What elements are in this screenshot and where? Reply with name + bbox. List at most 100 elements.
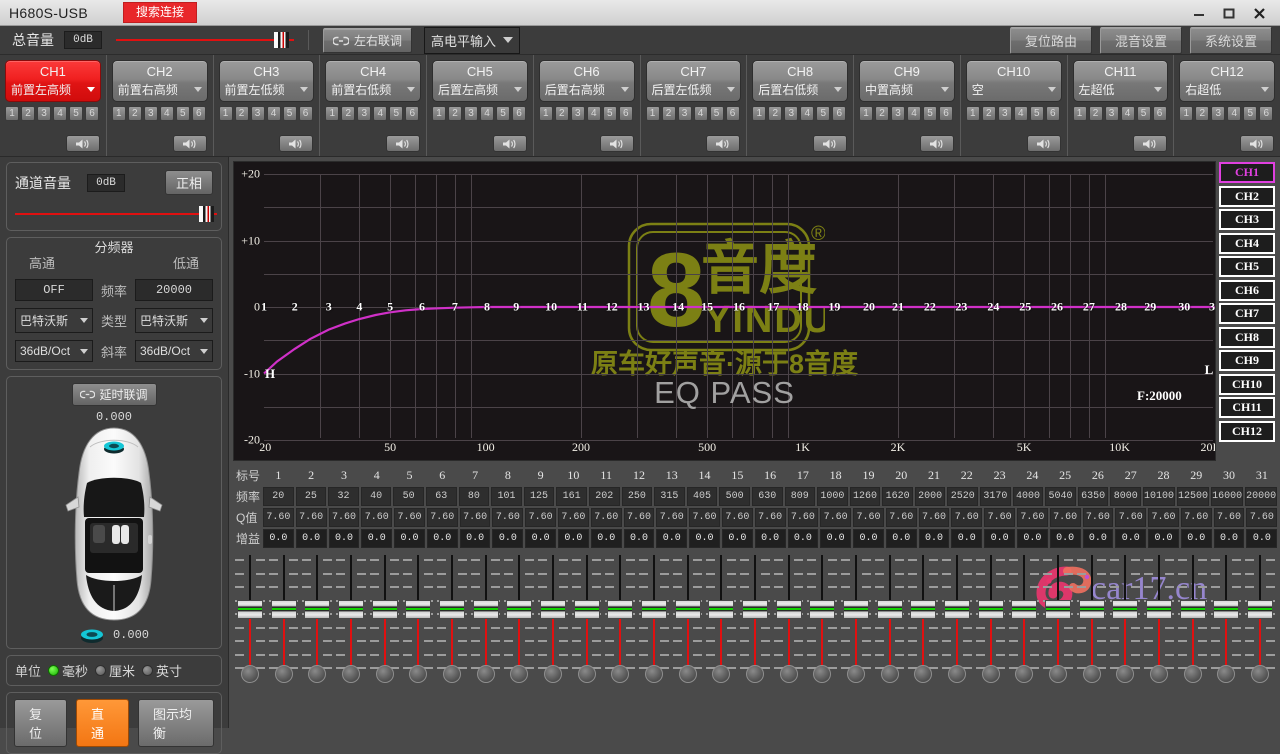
eq-fader-19[interactable]: [839, 553, 873, 687]
eq-fader-27[interactable]: [1108, 553, 1142, 687]
graph-channel-chip-ch3[interactable]: CH3: [1219, 209, 1275, 230]
channel-preset-1[interactable]: 1: [5, 106, 19, 121]
channel-ch8[interactable]: CH8 后置右低频 123456: [747, 55, 854, 156]
highpass-freq-field[interactable]: OFF: [15, 279, 93, 301]
eq-fader-15[interactable]: [704, 553, 738, 687]
channel-preset-4[interactable]: 4: [1013, 106, 1028, 121]
lowpass-freq-field[interactable]: 20000: [135, 279, 213, 301]
eq-band-marker-16[interactable]: 16: [733, 300, 745, 315]
band-gain-15[interactable]: 0.0: [721, 529, 753, 548]
band-q-9[interactable]: 7.60: [525, 508, 557, 527]
channel-preset-6[interactable]: 6: [1045, 106, 1060, 121]
channel-header[interactable]: CH9 中置高频: [859, 60, 955, 102]
channel-mute-button[interactable]: [1026, 135, 1061, 152]
channel-preset-5[interactable]: 5: [496, 106, 510, 121]
channel-preset-4[interactable]: 4: [1120, 106, 1135, 121]
channel-preset-2[interactable]: 2: [127, 106, 142, 121]
graph-channel-chip-ch10[interactable]: CH10: [1219, 373, 1275, 395]
fader-reset-knob[interactable]: [846, 665, 865, 683]
eq-band-marker-3[interactable]: 3: [326, 300, 332, 315]
channel-header[interactable]: CH7 后置左低频: [645, 60, 742, 102]
fader-reset-knob[interactable]: [510, 665, 529, 683]
eq-band-marker-27[interactable]: 27: [1083, 300, 1095, 315]
fader-handle[interactable]: [910, 600, 937, 619]
fader-handle[interactable]: [674, 600, 701, 619]
band-freq-7[interactable]: 80: [458, 487, 490, 506]
channel-preset-6[interactable]: 6: [618, 106, 633, 121]
fader-handle[interactable]: [977, 600, 1004, 619]
fader-reset-knob[interactable]: [813, 665, 832, 683]
channel-header[interactable]: CH8 后置右低频: [752, 60, 848, 102]
channel-preset-1[interactable]: 1: [965, 106, 980, 121]
band-gain-8[interactable]: 0.0: [492, 529, 524, 548]
band-gain-17[interactable]: 0.0: [787, 529, 819, 548]
graph-channel-chip-ch5[interactable]: CH5: [1219, 256, 1275, 277]
band-gain-9[interactable]: 0.0: [525, 529, 557, 548]
channel-name-select[interactable]: 后置左高频: [433, 81, 527, 101]
band-q-1[interactable]: 7.60: [263, 508, 294, 527]
channel-preset-5[interactable]: 5: [1029, 106, 1044, 121]
channel-header[interactable]: CH1 前置左高频: [5, 60, 101, 102]
channel-preset-6[interactable]: 6: [405, 106, 420, 121]
band-q-20[interactable]: 7.60: [885, 508, 917, 527]
channel-name-select[interactable]: 右超低: [1180, 81, 1274, 101]
graph-channel-chip-ch9[interactable]: CH9: [1219, 350, 1275, 371]
channel-preset-3[interactable]: 3: [464, 106, 478, 121]
eq-fader-17[interactable]: [772, 553, 806, 687]
highpass-type-select[interactable]: 巴特沃斯: [15, 308, 93, 333]
fader-handle[interactable]: [472, 600, 499, 619]
fader-handle[interactable]: [842, 600, 869, 619]
channel-preset-2[interactable]: 2: [981, 106, 996, 121]
band-gain-6[interactable]: 0.0: [426, 529, 458, 548]
fader-handle[interactable]: [304, 600, 331, 619]
band-gain-12[interactable]: 0.0: [623, 529, 655, 548]
channel-preset-5[interactable]: 5: [709, 106, 724, 121]
band-freq-12[interactable]: 250: [621, 487, 653, 506]
channel-ch11[interactable]: CH11 左超低 123456: [1068, 55, 1175, 156]
channel-preset-3[interactable]: 3: [784, 106, 799, 121]
eq-fader-6[interactable]: [401, 553, 435, 687]
eq-fader-8[interactable]: [469, 553, 503, 687]
band-freq-26[interactable]: 6350: [1077, 487, 1109, 506]
eq-band-marker-13[interactable]: 13: [638, 300, 650, 315]
band-freq-4[interactable]: 40: [360, 487, 392, 506]
channel-preset-6[interactable]: 6: [939, 106, 953, 121]
band-freq-25[interactable]: 5040: [1045, 487, 1076, 506]
eq-band-marker-2[interactable]: 2: [292, 300, 298, 315]
channel-preset-1[interactable]: 1: [645, 106, 660, 121]
fader-handle[interactable]: [438, 600, 465, 619]
band-gain-22[interactable]: 0.0: [951, 529, 983, 548]
channel-preset-4[interactable]: 4: [907, 106, 921, 121]
fader-reset-knob[interactable]: [1149, 665, 1168, 683]
fader-handle[interactable]: [1011, 600, 1038, 619]
band-gain-5[interactable]: 0.0: [394, 529, 425, 548]
fader-handle[interactable]: [876, 600, 903, 619]
band-freq-31[interactable]: 20000: [1245, 487, 1278, 506]
eq-fader-16[interactable]: [738, 553, 772, 687]
channel-preset-4[interactable]: 4: [480, 106, 494, 121]
channel-name-select[interactable]: 前置左高频: [6, 81, 100, 101]
channel-name-select[interactable]: 空: [967, 81, 1061, 101]
channel-preset-1[interactable]: 1: [752, 106, 767, 121]
fader-handle[interactable]: [539, 600, 566, 619]
channel-preset-5[interactable]: 5: [816, 106, 831, 121]
band-gain-3[interactable]: 0.0: [328, 529, 360, 548]
eq-band-marker-14[interactable]: 14: [672, 300, 684, 315]
channel-preset-1[interactable]: 1: [1179, 106, 1194, 121]
band-gain-30[interactable]: 0.0: [1213, 529, 1245, 548]
fader-reset-knob[interactable]: [1048, 665, 1067, 683]
graphic-eq-button[interactable]: 图示均衡: [138, 699, 214, 747]
band-gain-19[interactable]: 0.0: [853, 529, 884, 548]
eq-band-marker-15[interactable]: 15: [701, 300, 713, 315]
fader-handle[interactable]: [1213, 600, 1240, 619]
band-freq-24[interactable]: 4000: [1012, 487, 1044, 506]
eq-band-marker-18[interactable]: 18: [797, 300, 809, 315]
eq-fader-12[interactable]: [603, 553, 637, 687]
channel-ch6[interactable]: CH6 后置右高频 123456: [534, 55, 641, 156]
band-q-15[interactable]: 7.60: [721, 508, 753, 527]
eq-band-marker-7[interactable]: 7: [452, 300, 458, 315]
channel-preset-6[interactable]: 6: [1152, 106, 1167, 121]
eq-fader-13[interactable]: [637, 553, 671, 687]
fader-reset-knob[interactable]: [1183, 665, 1202, 683]
channel-name-select[interactable]: 前置左低频: [220, 81, 314, 101]
